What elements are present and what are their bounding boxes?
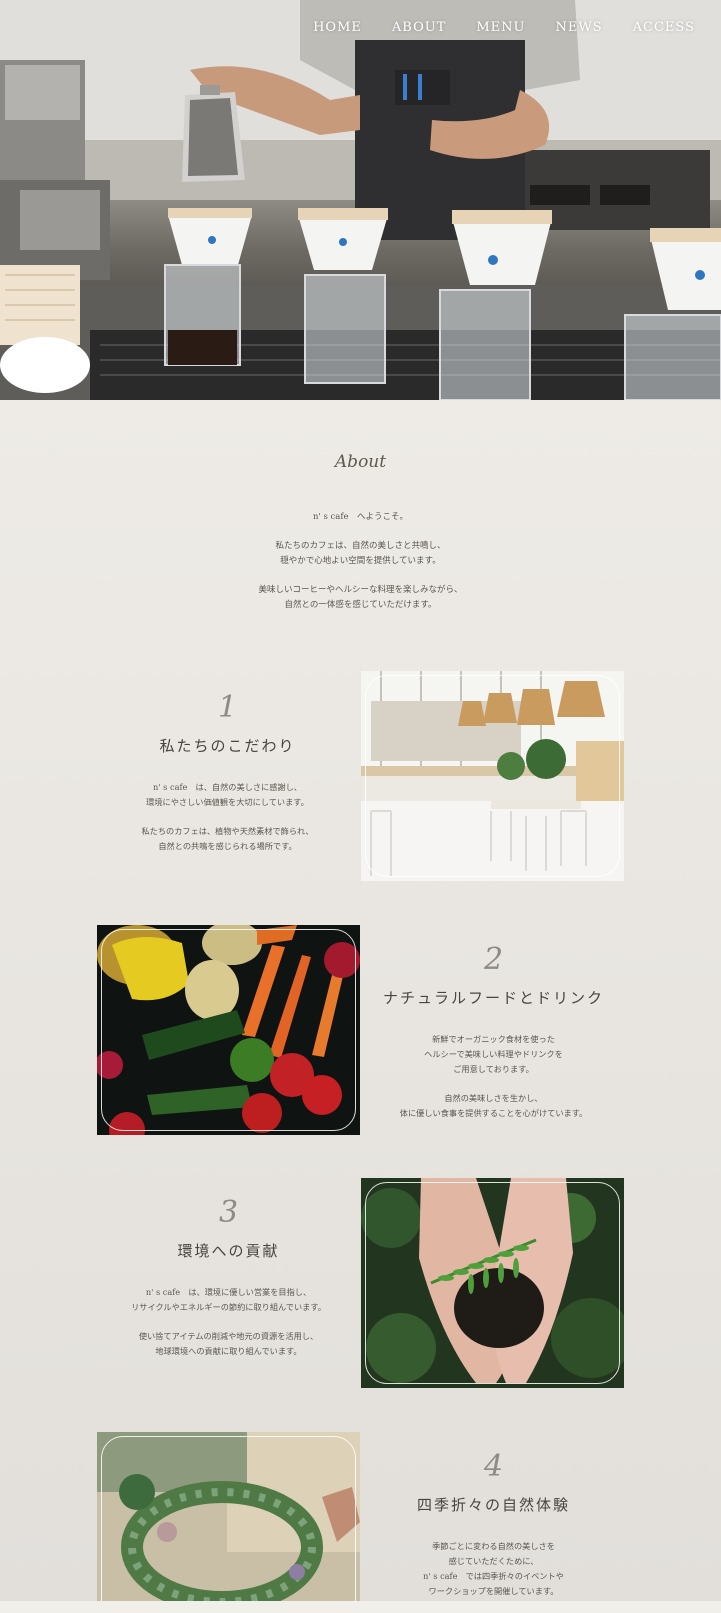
feature-heading: 環境への貢献 — [177, 1242, 280, 1260]
feature-body: 季節ごとに変わる自然の美しさを 感じていただくために、 n' s cafe では四季… — [423, 1541, 564, 1596]
feature-number: 1 — [217, 690, 238, 725]
nav-menu-link[interactable]: MENU — [476, 20, 525, 35]
feature-body: n' s cafe は、環境に優しい営業を目指し、 リサイクルやエネルギーの節約に… — [131, 1287, 326, 1356]
wreath-making-photo — [97, 1432, 360, 1601]
hero-coffee-bar-illustration — [0, 0, 721, 400]
hero-image: HOME ABOUT MENU NEWS ACCESS — [0, 0, 721, 400]
about-paragraph-3: 美味しいコーヒーやヘルシーな料理を楽しみながら、 自然との一体感を感じていただけ… — [258, 585, 463, 610]
main-nav: HOME ABOUT MENU NEWS ACCESS — [313, 20, 695, 35]
nav-news-link[interactable]: NEWS — [556, 20, 603, 35]
nav-about-link[interactable]: ABOUT — [392, 20, 446, 35]
feature-1-text: 1 私たちのこだわり n' s cafe は、自然の美しさに感謝し、 環境にやさし… — [96, 693, 359, 868]
feature-heading: 四季折々の自然体験 — [416, 1496, 570, 1514]
cafe-interior-photo — [361, 671, 624, 881]
feature-4-text: 4 四季折々の自然体験 季節ごとに変わる自然の美しさを 感じていただくために、 n'… — [362, 1452, 625, 1613]
nav-access-link[interactable]: ACCESS — [633, 20, 695, 35]
feature-heading: ナチュラルフードとドリンク — [382, 989, 604, 1007]
feature-body: n' s cafe は、自然の美しさに感謝し、 環境にやさしい価値観を大切にしてい… — [141, 782, 314, 851]
hands-soil-plant-photo — [361, 1178, 624, 1388]
vegetables-photo — [97, 925, 360, 1135]
cafe-interior-image — [361, 671, 624, 881]
vegetables-image — [97, 925, 360, 1135]
feature-number: 4 — [483, 1449, 504, 1484]
feature-3-text: 3 環境への貢献 n' s cafe は、環境に優しい営業を目指し、 リサイクルや… — [97, 1198, 360, 1373]
feature-body: 新鮮でオーガニック食材を使った ヘルシーで美味しい料理やドリンクを ご用意しておりま… — [399, 1034, 588, 1118]
nav-home-link[interactable]: HOME — [313, 20, 362, 35]
about-paragraph-2: 私たちのカフェは、自然の美しさと共鳴し、 穏やかで心地よい空間を提供しています。 — [275, 541, 446, 566]
about-paragraph-1: n' s cafe へようこそ。 — [312, 512, 409, 522]
hands-soil-plant-image — [361, 1178, 624, 1388]
feature-number: 3 — [218, 1195, 239, 1230]
feature-number: 2 — [483, 942, 504, 977]
wreath-making-image — [97, 1432, 360, 1601]
feature-2-text: 2 ナチュラルフードとドリンク 新鮮でオーガニック食材を使った ヘルシーで美味しい… — [362, 945, 625, 1135]
about-title: About — [334, 452, 387, 472]
about-text: n' s cafe へようこそ。 私たちのカフェは、自然の美しさと共鳴し、 穏や… — [0, 510, 721, 627]
feature-heading: 私たちのこだわり — [159, 737, 296, 755]
